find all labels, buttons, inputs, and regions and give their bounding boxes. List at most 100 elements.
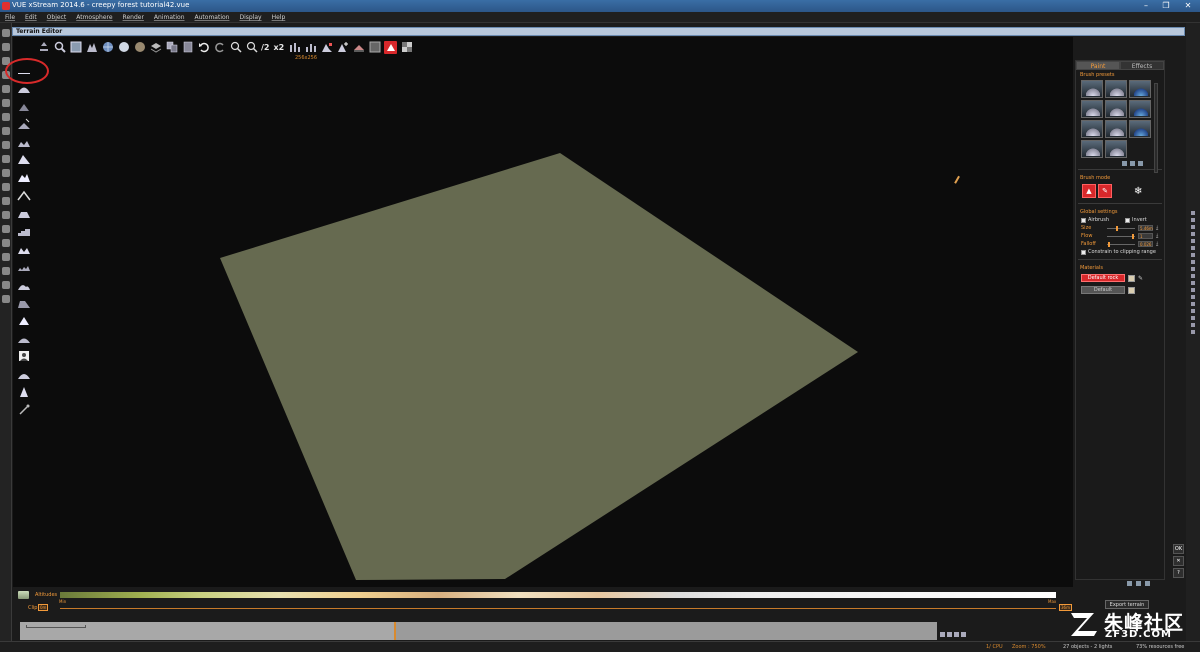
timeline-bar[interactable] <box>20 622 937 640</box>
ok-button[interactable]: OK <box>1173 544 1184 554</box>
brush-preset[interactable] <box>1081 120 1103 138</box>
close-button[interactable]: ✕ <box>1176 0 1200 12</box>
smooth-brush-icon[interactable] <box>15 116 33 132</box>
tool-icon[interactable] <box>1191 288 1195 292</box>
object-icon[interactable] <box>2 281 10 289</box>
setting-value-field[interactable]: 5.46m <box>1138 225 1153 231</box>
menu-atmosphere[interactable]: Atmosphere <box>71 12 117 22</box>
trash-icon[interactable] <box>1145 581 1150 586</box>
grid-view-icon[interactable] <box>368 41 381 54</box>
dune-brush-icon[interactable] <box>15 277 33 293</box>
object-icon[interactable] <box>2 43 10 51</box>
delete-preset-icon[interactable] <box>1138 161 1143 166</box>
save-preset-icon[interactable] <box>1122 161 1127 166</box>
brush-preset[interactable] <box>1081 80 1103 98</box>
sphere-grid-icon[interactable] <box>101 41 114 54</box>
invert-checkbox[interactable] <box>1125 217 1131 223</box>
tool-icon[interactable] <box>1191 239 1195 243</box>
tab-effects[interactable]: Effects <box>1120 61 1164 70</box>
clip-min-field[interactable]: 0m <box>38 604 49 611</box>
loop-icon[interactable] <box>954 632 959 637</box>
sharp-peak-brush-icon[interactable] <box>15 384 33 400</box>
mountain-brush-icon[interactable] <box>15 169 33 185</box>
keyframe-icon[interactable] <box>947 632 952 637</box>
object-icon[interactable] <box>2 155 10 163</box>
setting-value-field[interactable]: 1 <box>1138 233 1153 239</box>
altitude-gradient[interactable] <box>60 592 1056 598</box>
zoom-in-icon[interactable] <box>229 41 242 54</box>
menu-display[interactable]: Display <box>234 12 266 22</box>
maximize-button[interactable]: ❐ <box>1156 0 1176 12</box>
square-view-icon[interactable] <box>69 41 82 54</box>
object-icon[interactable] <box>2 169 10 177</box>
menu-automation[interactable]: Automation <box>190 12 235 22</box>
object-icon[interactable] <box>2 267 10 275</box>
copy-icon[interactable] <box>165 41 178 54</box>
object-icon[interactable] <box>2 295 10 303</box>
terrain-canvas[interactable] <box>13 37 1073 587</box>
object-icon[interactable] <box>2 239 10 247</box>
tab-paint[interactable]: Paint <box>1076 61 1120 70</box>
brush-preset[interactable] <box>1105 120 1127 138</box>
setting-lock-icon[interactable]: ⤓ <box>1156 225 1158 231</box>
dome-brush-icon[interactable] <box>15 366 33 382</box>
tool-icon[interactable] <box>1191 211 1195 215</box>
brush-preset[interactable] <box>1081 140 1103 158</box>
menu-help[interactable]: Help <box>267 12 291 22</box>
sphere-shaded-icon[interactable] <box>133 41 146 54</box>
object-icon[interactable] <box>2 113 10 121</box>
terrain-viewport[interactable] <box>13 37 1073 587</box>
peak-brush-icon[interactable] <box>15 151 33 167</box>
ridge-brush-icon[interactable] <box>15 187 33 203</box>
brush-preset[interactable] <box>1129 100 1151 118</box>
portrait-brush-icon[interactable] <box>15 348 33 364</box>
object-icon[interactable] <box>2 29 10 37</box>
move-icon[interactable] <box>37 41 50 54</box>
brush-preset[interactable] <box>1105 140 1127 158</box>
setting-lock-icon[interactable]: ⤓ <box>1156 241 1158 247</box>
tool-icon[interactable] <box>1191 295 1195 299</box>
material-default-rock-button[interactable]: Default rock <box>1081 274 1125 282</box>
tool-icon[interactable] <box>1191 267 1195 271</box>
zoom-out-icon[interactable] <box>245 41 258 54</box>
save-icon[interactable] <box>1127 581 1132 586</box>
object-icon[interactable] <box>2 85 10 93</box>
record-icon[interactable] <box>961 632 966 637</box>
menu-file[interactable]: File <box>0 12 20 22</box>
brush-preset[interactable] <box>1105 100 1127 118</box>
slider-knob[interactable] <box>1108 241 1111 247</box>
tool-icon[interactable] <box>1191 232 1195 236</box>
crater-brush-icon[interactable] <box>15 241 33 257</box>
terrain-erode-icon[interactable] <box>352 41 365 54</box>
clip-slider[interactable] <box>60 608 1056 609</box>
paint-mode-icon[interactable]: ✎ <box>1098 184 1112 198</box>
terrain-surface[interactable] <box>220 153 858 580</box>
help-button[interactable]: ? <box>1173 568 1184 578</box>
lower-brush-icon[interactable] <box>15 98 33 114</box>
plateau-brush-icon[interactable] <box>15 205 33 221</box>
half-resolution-button[interactable]: /2 <box>261 43 270 52</box>
menu-animation[interactable]: Animation <box>149 12 190 22</box>
brush-preset[interactable] <box>1081 100 1103 118</box>
menu-object[interactable]: Object <box>42 12 72 22</box>
fractal-icon[interactable] <box>85 41 98 54</box>
undo-icon[interactable] <box>197 41 210 54</box>
paint-mode-icon[interactable] <box>384 40 398 54</box>
setting-slider[interactable] <box>1107 233 1135 239</box>
tool-icon[interactable] <box>1191 274 1195 278</box>
setting-slider[interactable] <box>1107 225 1135 231</box>
object-icon[interactable] <box>2 141 10 149</box>
brush-preset[interactable] <box>1129 120 1151 138</box>
redo-icon[interactable] <box>213 41 226 54</box>
terrace-brush-icon[interactable] <box>15 223 33 239</box>
object-icon[interactable] <box>2 211 10 219</box>
sphere-icon[interactable] <box>117 41 130 54</box>
erode-brush-icon[interactable] <box>15 134 33 150</box>
tool-icon[interactable] <box>1191 323 1195 327</box>
load-preset-icon[interactable] <box>1130 161 1135 166</box>
object-icon[interactable] <box>2 183 10 191</box>
airbrush-checkbox[interactable] <box>1081 217 1086 223</box>
tool-icon[interactable] <box>1191 302 1195 306</box>
grab-brush-icon[interactable] <box>15 330 33 346</box>
tool-icon[interactable] <box>1191 330 1195 334</box>
